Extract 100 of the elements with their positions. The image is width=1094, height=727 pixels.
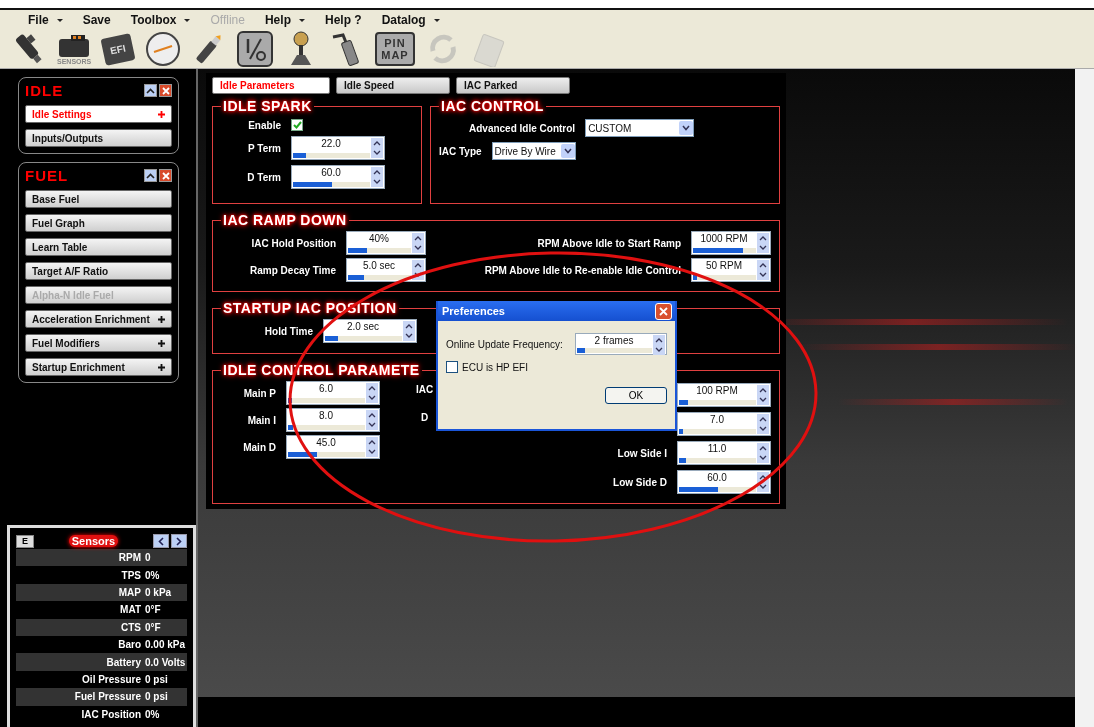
spinner-arrows-icon[interactable]	[371, 138, 383, 158]
spin-field[interactable]: 2 frames	[575, 333, 667, 355]
spinner-arrows-icon[interactable]	[403, 321, 415, 341]
next-button[interactable]	[171, 534, 187, 548]
spin-field[interactable]: 100 RPM	[677, 383, 771, 407]
spin-field[interactable]: 60.0	[291, 165, 385, 189]
collapse-button[interactable]	[144, 169, 157, 182]
previous-button[interactable]	[153, 534, 169, 548]
checkbox[interactable]	[446, 361, 458, 373]
chevron-up-icon	[146, 87, 155, 94]
sensor-name: Battery	[105, 656, 142, 668]
field-label: RPM Above Idle to Start Ramp	[536, 237, 681, 249]
spinner-arrows-icon[interactable]	[412, 233, 424, 253]
spinner-arrows-icon[interactable]	[757, 385, 769, 405]
nav-button[interactable]: Fuel Graph	[25, 214, 172, 232]
menu-item[interactable]: Save	[82, 13, 111, 27]
sensor-name: MAP	[117, 586, 142, 598]
spin-field[interactable]: 45.0	[286, 435, 380, 459]
checkbox[interactable]	[291, 119, 303, 131]
sensor-value: 0.00 kPa	[145, 639, 186, 651]
sensor-name: Fuel Pressure	[73, 691, 142, 703]
dropdown[interactable]: Drive By Wire	[491, 142, 576, 160]
spinner-arrows-icon[interactable]	[653, 335, 665, 355]
field-label: Advanced Idle Control	[469, 122, 576, 134]
collapse-button[interactable]	[144, 84, 157, 97]
nav-button[interactable]: Fuel Modifiers	[25, 334, 172, 352]
field-label: IAC Type	[439, 145, 482, 157]
sensor-value: 0%	[145, 708, 160, 720]
sensor-value: 0°F	[145, 621, 161, 633]
sensor-name: CTS	[120, 621, 142, 633]
spin-field[interactable]: 8.0	[286, 408, 380, 432]
menu-item[interactable]: Help ?	[324, 13, 362, 27]
field-label: IAC Hold Position	[250, 237, 336, 249]
caret-icon[interactable]	[298, 18, 305, 22]
spin-field[interactable]: 5.0 sec	[346, 258, 426, 282]
panel-title: FUEL	[25, 167, 69, 184]
tab[interactable]: Idle Parameters	[212, 77, 330, 94]
sensor-value: 0 psi	[145, 673, 168, 685]
spin-field[interactable]: 60.0	[677, 470, 771, 494]
nav-button[interactable]: Base Fuel	[25, 190, 172, 208]
sensor-module-icon	[57, 33, 92, 58]
close-icon	[161, 171, 170, 180]
dropdown[interactable]: CUSTOM	[585, 119, 695, 137]
spinner-arrows-icon[interactable]	[757, 414, 769, 434]
field-label: Main D	[242, 441, 276, 453]
ok-button[interactable]: OK	[605, 387, 667, 404]
field-label: Low Side D	[613, 476, 667, 488]
menu-item[interactable]: Toolbox	[130, 13, 177, 27]
spin-field[interactable]: 1000 RPM	[691, 231, 771, 255]
group-title: IAC CONTROL	[440, 98, 545, 114]
group-title: IDLE SPARK	[222, 98, 313, 114]
sensor-name: RPM	[117, 552, 142, 564]
close-icon	[659, 306, 668, 316]
sensor-name: IAC Position	[80, 708, 142, 720]
spinner-arrows-icon[interactable]	[757, 443, 769, 463]
close-button[interactable]	[159, 169, 172, 182]
nav-button[interactable]: Idle Settings	[25, 105, 172, 123]
spin-field[interactable]: 6.0	[286, 381, 380, 405]
nav-button[interactable]: Target A/F Ratio	[25, 262, 172, 280]
tab[interactable]: Idle Speed	[336, 77, 450, 94]
spin-field[interactable]: 40%	[346, 231, 426, 255]
field-label: D Term	[246, 171, 281, 183]
chevron-up-icon	[146, 172, 155, 179]
tab[interactable]: IAC Parked	[456, 77, 570, 94]
caret-icon[interactable]	[184, 18, 191, 22]
caret-icon[interactable]	[56, 18, 63, 22]
spin-field[interactable]: 22.0	[291, 136, 385, 160]
panel-title: IDLE	[25, 82, 64, 99]
dialog-title: Preferences	[442, 305, 505, 317]
spinner-arrows-icon[interactable]	[366, 383, 378, 403]
spinner-arrows-icon[interactable]	[366, 410, 378, 430]
spinner-arrows-icon[interactable]	[366, 437, 378, 457]
caret-icon[interactable]	[433, 18, 440, 22]
field-label: Main P	[242, 387, 276, 399]
sensor-value: 0 kPa	[145, 586, 172, 598]
sensor-value: 0	[145, 552, 151, 564]
sensor-value: 0°F	[145, 604, 161, 616]
menu-item[interactable]: File	[28, 13, 49, 27]
nav-button[interactable]: Inputs/Outputs	[25, 129, 172, 147]
nav-button[interactable]: Acceleration Enrichment	[25, 310, 172, 328]
spinner-arrows-icon[interactable]	[371, 167, 383, 187]
field-label: Enable	[247, 119, 281, 131]
nav-button[interactable]: Learn Table	[25, 238, 172, 256]
nav-button[interactable]: Startup Enrichment	[25, 358, 172, 376]
spin-field[interactable]: 11.0	[677, 441, 771, 465]
spinner-arrows-icon[interactable]	[757, 233, 769, 253]
e-button[interactable]: E	[16, 534, 34, 548]
spinner-arrows-icon[interactable]	[757, 260, 769, 280]
field-label: Hold Time	[263, 325, 313, 337]
sensor-name: Oil Pressure	[81, 673, 142, 685]
chevron-left-icon	[158, 536, 164, 546]
field-label: P Term	[247, 142, 281, 154]
menu-item[interactable]: Datalog	[381, 13, 426, 27]
spin-field[interactable]: 2.0 sec	[323, 319, 417, 343]
sensor-value: 0%	[145, 569, 160, 581]
spin-field[interactable]: 50 RPM	[691, 258, 771, 282]
menu-item[interactable]: Help	[264, 13, 291, 27]
spin-field[interactable]: 7.0	[677, 412, 771, 436]
checkbox-label: ECU is HP EFI	[462, 361, 528, 373]
close-button[interactable]	[159, 84, 172, 97]
